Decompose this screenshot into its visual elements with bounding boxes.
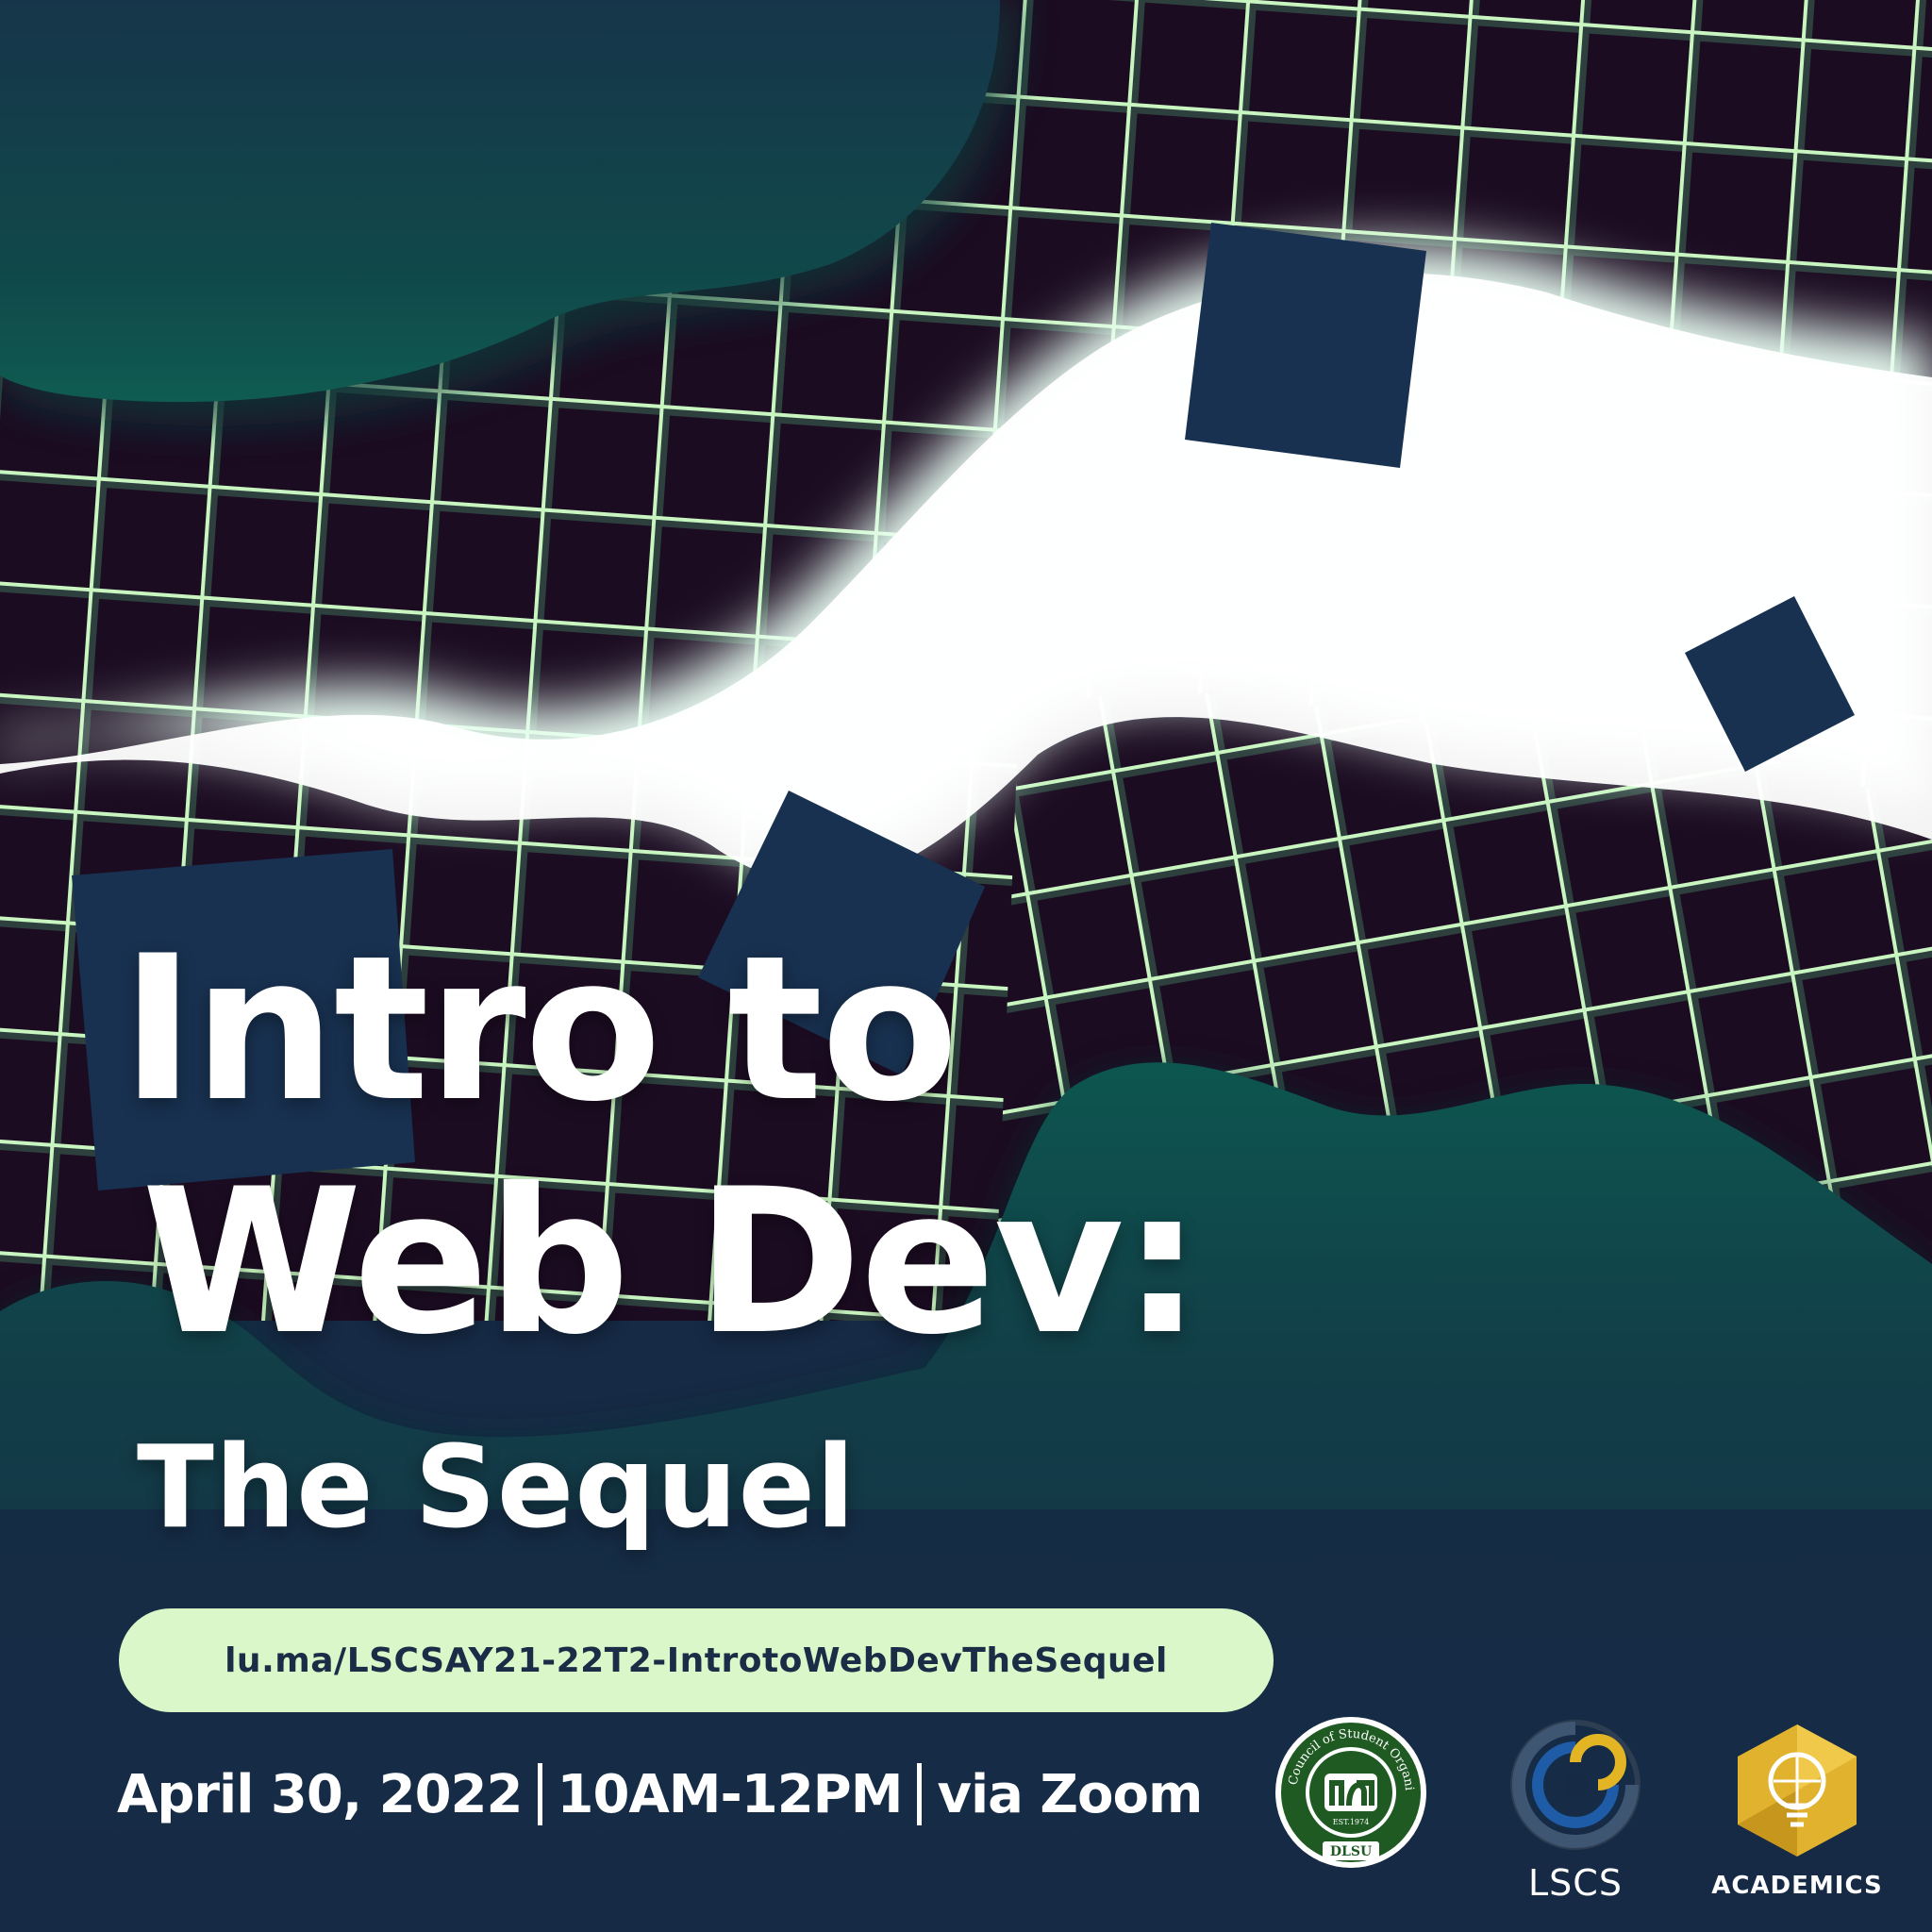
subtitle: The Sequel — [137, 1423, 857, 1554]
title-line-1: Intro to — [121, 912, 958, 1145]
event-time: 10AM-12PM — [557, 1763, 904, 1825]
lscs-label: LSCS — [1528, 1862, 1623, 1904]
cso-est: EST.1974 — [1333, 1818, 1369, 1826]
registration-link-pill[interactable]: lu.ma/LSCSAY21-22T2-IntrotoWebDevTheSequ… — [119, 1608, 1274, 1712]
cso-logo: Council of Student Organizations EST.197… — [1270, 1705, 1428, 1870]
decor-square-1 — [1185, 223, 1426, 468]
separator — [537, 1763, 542, 1825]
registration-link[interactable]: lu.ma/LSCSAY21-22T2-IntrotoWebDevTheSequ… — [225, 1641, 1168, 1680]
lightbulb-puzzle-icon — [1738, 1724, 1857, 1857]
separator — [917, 1763, 923, 1825]
title-line-2: Web Dev: — [142, 1145, 1202, 1378]
cso-seal-icon: Council of Student Organizations EST.197… — [1270, 1705, 1426, 1868]
event-poster: Intro to Web Dev: The Sequel lu.ma/LSCSA… — [0, 0, 1932, 1932]
lscs-logo-icon — [1510, 1720, 1641, 1850]
lscs-logo: LSCS — [1500, 1715, 1651, 1904]
event-venue: via Zoom — [937, 1763, 1203, 1825]
academics-logo: ACADEMICS — [1707, 1719, 1887, 1904]
cso-school: DLSU — [1330, 1844, 1372, 1859]
event-details: April 30, 2022 10AM-12PM via Zoom — [117, 1757, 1203, 1832]
academics-label: ACADEMICS — [1711, 1872, 1883, 1900]
event-date: April 30, 2022 — [117, 1763, 523, 1825]
